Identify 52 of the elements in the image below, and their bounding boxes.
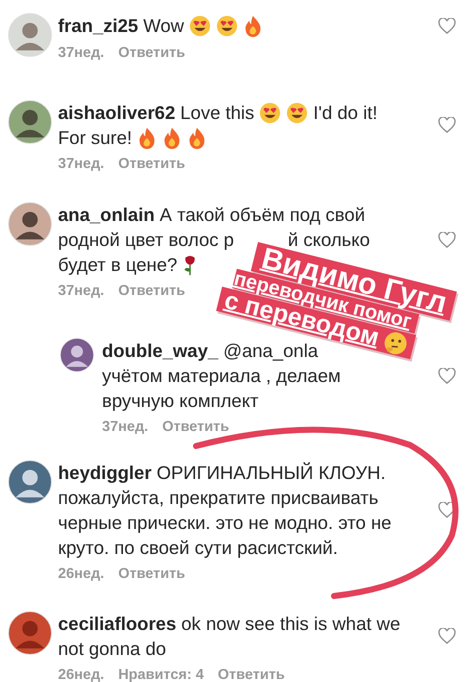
avatar-icon[interactable] [8,611,52,655]
fire-emoji-icon [137,126,158,148]
comment-time: 37нед. [58,283,104,300]
comment-text: I'd do it! [313,101,378,125]
username[interactable]: heydiggler [58,460,152,485]
like-heart-icon[interactable] [438,18,456,34]
comment-time: 26нед. [58,566,104,583]
comment-text: А такой объём под свой [160,203,366,227]
comment-text: пожалуйста, прекратите присваивать [58,486,378,510]
fire-emoji-icon [243,14,263,36]
comment-text: черные прически. это не модно. это не [58,511,392,535]
comment-time: 26нед. [58,667,104,682]
reply-link[interactable]: Ответить [118,566,186,583]
reply-link[interactable]: Ответить [118,283,186,300]
comment-text: not gonna do [58,637,166,661]
avatar-icon[interactable] [8,100,52,144]
comment-text: будет в цене? [58,253,178,277]
avatar-icon[interactable] [8,460,52,504]
username[interactable]: ceciliafloores [58,611,176,636]
like-heart-icon[interactable] [438,368,456,384]
like-heart-icon[interactable] [438,232,456,248]
username[interactable]: fran_zi25 [58,13,138,38]
likes-count[interactable]: Нравится: 4 [118,667,204,682]
comment-time: 37нед. [58,44,104,62]
username[interactable]: double_way_ [102,338,218,363]
reply-link[interactable]: Ответить [218,667,285,682]
comment-text: вручную комплект [102,389,258,413]
fire-emoji-icon [187,126,208,148]
comment-text: ОРИГИНАЛЬНЫЙ КЛОУН. [156,461,386,485]
reply-link[interactable]: Ответить [162,419,230,436]
comment-text: учётом материала , делаем [102,364,341,388]
comment-time: 37нед. [58,156,104,173]
heart-eyes-emoji-icon [189,14,211,36]
fire-emoji-icon [162,126,182,148]
avatar-icon[interactable] [8,202,52,246]
heart-eyes-emoji-icon [259,102,282,124]
comment-time: 37нед. [102,419,148,436]
comment-text: Love this [180,101,254,125]
reply-link[interactable]: Ответить [118,156,186,173]
reply-link[interactable]: Ответить [118,44,186,62]
username[interactable]: ana_onlain [58,202,155,227]
comment-text: круто. по своей сути расистский. [58,536,338,560]
comment-text: родной цвет волос р [58,228,234,252]
comment-text: Wow [143,14,184,38]
heart-eyes-emoji-icon [286,102,308,124]
heart-eyes-emoji-icon [216,14,238,36]
comment-text: ok now see this is what we [181,612,400,636]
like-heart-icon[interactable] [438,117,456,133]
username[interactable]: aishaoliver62 [58,100,176,125]
avatar-icon[interactable] [60,338,94,372]
comment-text: For sure! [58,126,132,150]
like-heart-icon[interactable] [438,628,456,644]
